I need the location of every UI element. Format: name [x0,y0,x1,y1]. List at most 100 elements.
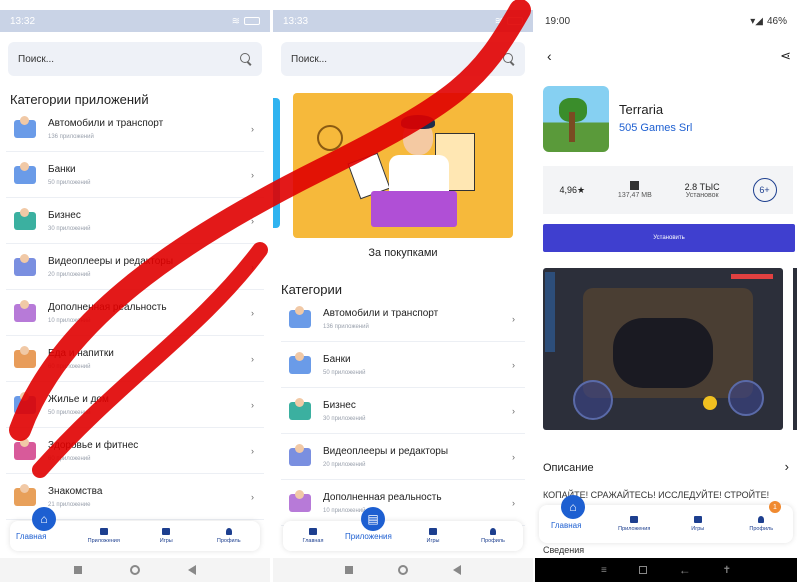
category-name: Видеоплееры и редакторы [48,255,174,267]
chevron-right-icon[interactable]: › [785,459,789,474]
category-icon [14,161,36,184]
nav-home[interactable]: Главная [283,521,343,551]
user-icon [758,516,765,523]
category-name: Жилье и дом [48,393,109,405]
promo-caption: За покупками [368,247,438,259]
category-count: 60 приложений [48,363,91,370]
coin-icon [317,125,343,151]
list-item[interactable]: Еда и напитки 60 приложений › [6,336,264,382]
list-item[interactable]: Видеоплееры и редакторы 20 приложений › [281,434,525,480]
recents-icon[interactable] [638,566,647,574]
nav-home[interactable]: ⌂ Главная [10,507,73,551]
list-item[interactable]: Банки 50 приложений › [281,342,525,388]
home-icon[interactable]: ⌂ [561,495,585,519]
search-placeholder: Поиск... [291,53,328,65]
category-name: Бизнес [323,399,356,411]
nav-apps-label: Приложения [87,538,120,544]
game-screenshot[interactable] [543,268,783,430]
nav-games[interactable]: Игры [135,521,198,551]
bottom-nav: ⌂ Главная Приложения Игры Профиль [10,507,261,551]
category-count: 30 приложений [323,415,366,422]
details-heading: Сведения [543,545,585,555]
category-list: Автомобили и транспорт 136 приложений › Б… [281,296,525,526]
install-button[interactable]: Установить [543,224,795,252]
category-list: Автомобили и транспорт 136 приложений › Б… [6,106,264,520]
share-icon[interactable]: ⋖ [780,48,791,64]
category-count: 136 приложений [323,323,369,330]
nav-home[interactable]: ⌂ Главная [539,495,603,543]
search-input[interactable]: Поиск... [8,42,262,76]
nav-apps-label: Приложения [345,532,392,541]
user-icon [490,528,496,535]
list-item[interactable]: Бизнес 30 приложений › [281,388,525,434]
back-arrow-icon[interactable]: ‹ [547,48,552,64]
developer-link[interactable]: 505 Games Srl [619,122,692,134]
list-item[interactable]: Дополненная реальность 10 приложений › [281,480,525,526]
category-count: 10 приложений [323,507,366,514]
list-item[interactable]: Здоровье и фитнес 60 приложений › [6,428,264,474]
list-item[interactable]: Видеоплееры и редакторы 20 приложений › [6,244,264,290]
recents-icon[interactable] [345,566,354,574]
back-icon[interactable] [188,565,196,575]
search-icon[interactable] [240,53,252,65]
phone-shopping-screen: 13:33 ≋ Поиск... За покупками Категории [273,0,533,582]
installs-value: 2.8 ТЫС [684,181,720,192]
age-stat: 6+ [752,178,777,202]
category-name: Дополненная реальность [323,491,442,503]
category-icon [14,391,36,414]
list-item[interactable]: Дополненная реальность 10 приложений › [6,290,264,336]
chevron-right-icon: › [251,169,254,180]
description-title[interactable]: Описание [543,462,594,474]
nav-profile[interactable]: Профиль 1 [730,501,794,543]
category-icon [289,397,311,420]
list-item[interactable]: Автомобили и транспорт 136 приложений › [281,296,525,342]
back-icon[interactable] [452,565,461,575]
category-icon [289,351,311,374]
system-nav-bar [0,558,270,582]
category-name: Дополненная реальность [48,301,167,313]
nav-apps[interactable]: Приложения [73,521,136,551]
next-screenshot-edge[interactable] [793,268,797,430]
category-name: Банки [48,163,76,175]
nav-apps[interactable]: Приложения [603,505,667,543]
menu-icon[interactable]: ≡ [601,565,607,576]
accessibility-icon[interactable]: ✝ [723,565,731,576]
nav-games[interactable]: Игры [403,521,463,551]
home-icon[interactable]: ⌂ [32,507,56,531]
section-title: Категории [281,282,342,297]
category-count: 60 приложений [48,455,91,462]
section-title: Категории приложений [10,92,149,107]
category-count: 21 приложение [48,501,91,508]
search-input[interactable]: Поиск... [281,42,525,76]
category-name: Автомобили и транспорт [48,117,164,129]
nav-apps-label: Приложения [618,526,651,532]
category-name: Автомобили и транспорт [323,307,439,319]
phone-app-details-screen: 19:00 ▾◢ 46% ‹ ⋖ Terraria 505 Games Srl … [535,0,797,582]
nav-profile[interactable]: Профиль [463,521,523,551]
list-item[interactable]: Жилье и дом 50 приложений › [6,382,264,428]
recents-icon[interactable] [74,566,82,574]
list-item[interactable]: Автомобили и транспорт 136 приложений › [6,106,264,152]
category-count: 50 приложений [48,179,91,186]
home-button-icon[interactable] [130,565,140,575]
search-icon[interactable] [503,53,515,65]
chevron-right-icon: › [251,491,254,502]
wifi-icon: ≋ [231,15,240,27]
hotbar [545,272,555,352]
promo-banner[interactable] [293,93,513,238]
home-button-icon[interactable] [397,565,408,575]
nav-home-label: Главная [551,521,582,530]
apps-icon[interactable]: ▤ [361,507,385,531]
nav-games[interactable]: Игры [666,505,730,543]
back-icon[interactable]: ← [679,563,691,577]
bottom-nav: Главная ▤ Приложения Игры Профиль [283,507,523,551]
nav-apps[interactable]: ▤ Приложения [343,507,403,551]
signal-icon: ▾◢ [750,15,763,27]
list-item[interactable]: Банки 50 приложений › [6,152,264,198]
category-count: 50 приложений [323,369,366,376]
rating-value: 4,96★ [559,184,586,195]
status-icons: ▾◢ 46% [750,16,787,27]
status-time: 13:33 [283,15,309,27]
nav-profile[interactable]: Профиль [198,521,261,551]
list-item[interactable]: Бизнес 30 приложений › [6,198,264,244]
